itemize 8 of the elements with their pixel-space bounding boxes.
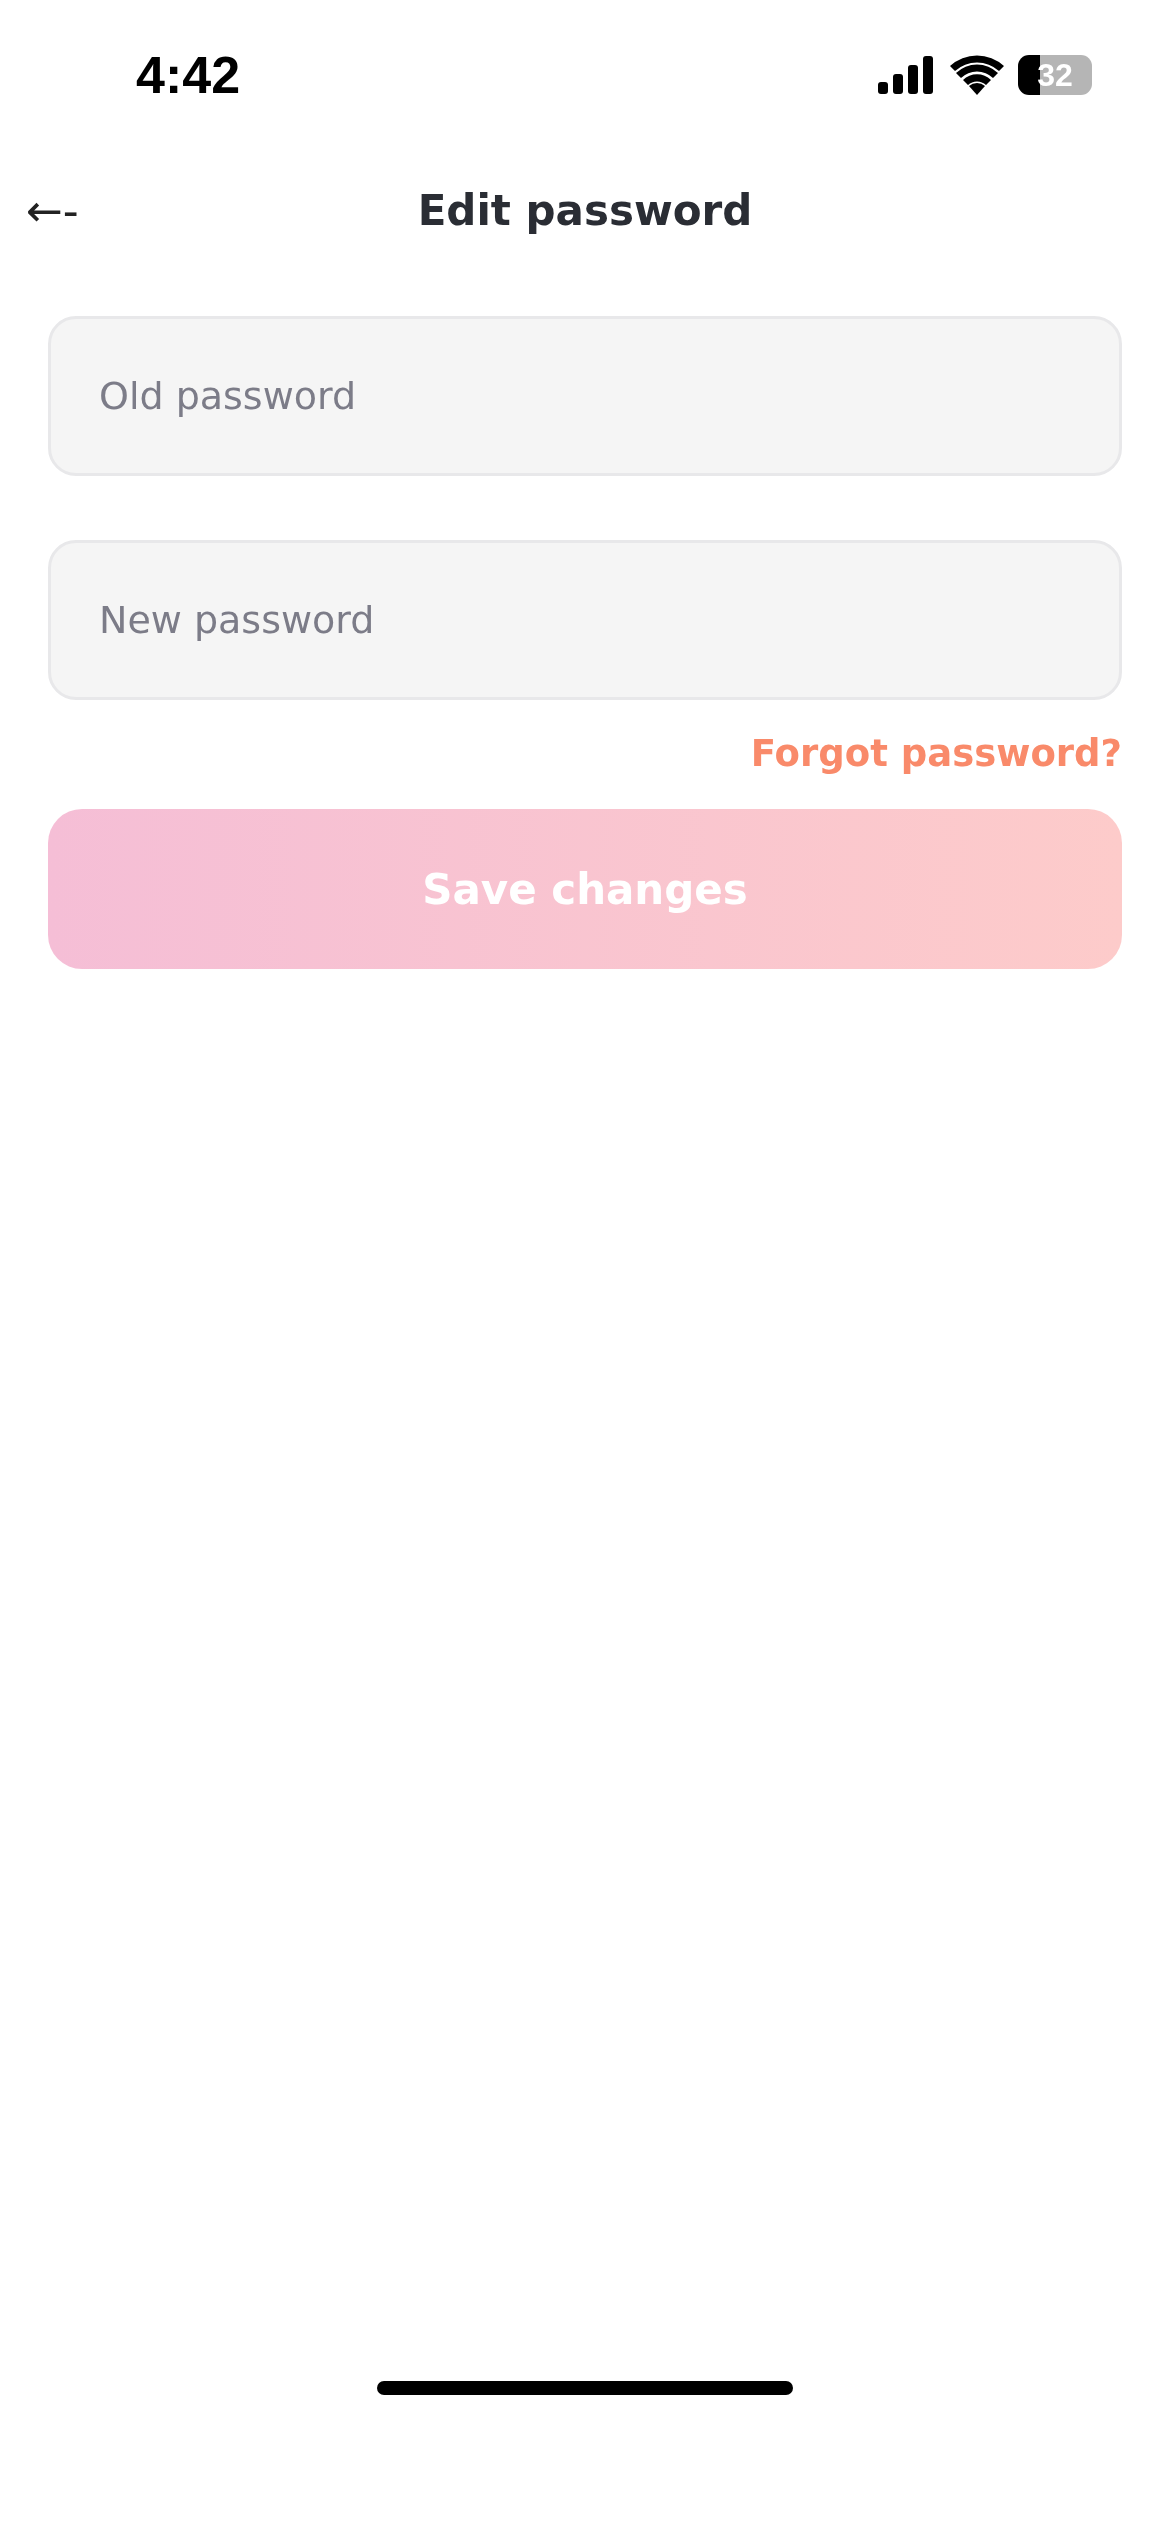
password-field[interactable]: Old password (48, 316, 1122, 476)
back-button[interactable]: ←- (22, 184, 83, 236)
forgot-password-link[interactable]: Forgot password? (750, 732, 1122, 775)
wifi-icon (950, 55, 1004, 95)
password-field[interactable]: New password (48, 540, 1122, 700)
page-title: Edit password (417, 185, 753, 235)
signal-icon (878, 56, 936, 94)
status-time: 4:42 (136, 45, 241, 105)
